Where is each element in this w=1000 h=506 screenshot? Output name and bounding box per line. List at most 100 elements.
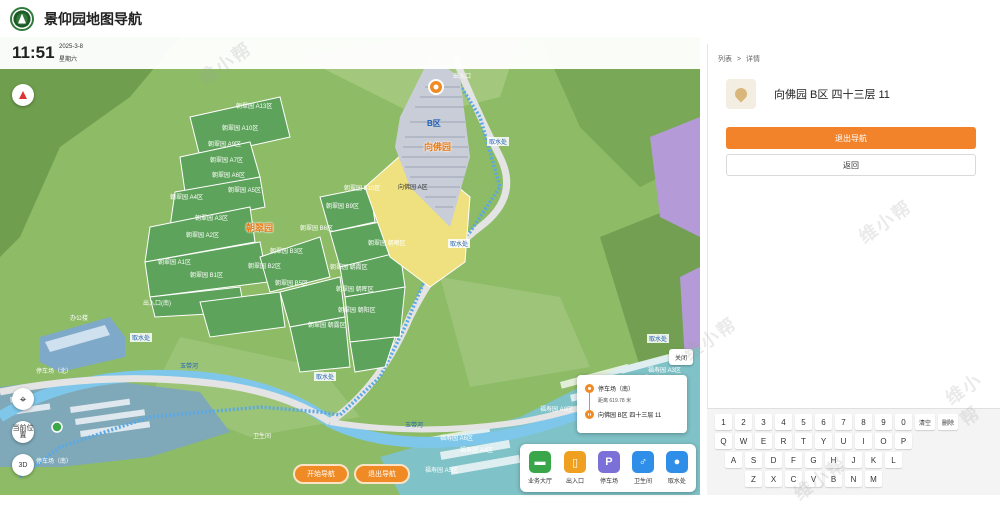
- poi-parking-button[interactable]: P 停车场: [597, 451, 620, 485]
- route-end-label: 向佛园 B区 四十三层 11: [598, 412, 662, 419]
- key[interactable]: M: [865, 471, 882, 487]
- on-screen-keyboard: 1 2 3 4 5 6 7 8 9 0 清空 删除 Q W E R T Y U …: [707, 408, 1000, 495]
- key[interactable]: X: [765, 471, 782, 487]
- crosshair-icon: ⌖: [19, 391, 27, 406]
- parking-north-label: 停车场（北）: [36, 369, 73, 375]
- area-label: 朝翠园 B6区: [300, 226, 334, 232]
- door-icon: ▯: [563, 451, 586, 473]
- current-location-button[interactable]: 当前位置: [12, 421, 34, 443]
- exit-navigation-panel-button[interactable]: 退出导航: [726, 127, 976, 149]
- key[interactable]: Y: [815, 433, 832, 449]
- parking-south-label: 停车场（南）: [36, 459, 73, 465]
- clock-weekday: 星期六: [59, 57, 78, 63]
- key[interactable]: G: [805, 452, 822, 468]
- route-start: 停车场（南）: [585, 381, 681, 395]
- toilet-label: 卫生间: [253, 434, 272, 440]
- keyboard-row: A S D F G H J K L: [715, 452, 992, 468]
- key[interactable]: S: [745, 452, 762, 468]
- poi-water-button[interactable]: ● 取水处: [665, 451, 688, 485]
- key[interactable]: J: [845, 452, 862, 468]
- clear-key[interactable]: 清空: [915, 414, 935, 430]
- logo-icon: [10, 6, 34, 31]
- key[interactable]: T: [795, 433, 812, 449]
- poi-entrance-button[interactable]: ▯ 出入口: [563, 451, 586, 485]
- area-label: 朝翠园 A1区: [158, 260, 192, 266]
- key[interactable]: F: [785, 452, 802, 468]
- area-label: 朝翠园 A9区: [208, 142, 242, 148]
- area-label: 朝翠园 朝曦区: [368, 241, 406, 247]
- key[interactable]: Q: [715, 433, 732, 449]
- key[interactable]: 0: [895, 414, 912, 430]
- water-point-label: 取水处: [130, 333, 153, 342]
- key[interactable]: I: [855, 433, 872, 449]
- breadcrumb-separator: >: [736, 56, 742, 63]
- fuyuan-label: 福寿园 A5区: [425, 468, 459, 474]
- close-button[interactable]: 关闭: [669, 349, 693, 365]
- area-label: 朝翠园 A10区: [222, 126, 259, 132]
- breadcrumb-list-link[interactable]: 列表: [718, 56, 732, 63]
- compass-button[interactable]: [12, 84, 34, 106]
- entrance-south-label: 出入口(南): [143, 301, 171, 307]
- key[interactable]: 8: [855, 414, 872, 430]
- area-label: 朝翠园 A4区: [170, 195, 204, 201]
- fuyuan-label: 福寿园 A8区: [540, 407, 574, 413]
- water-point-label: 取水处: [487, 137, 510, 146]
- start-navigation-button[interactable]: 开始导航: [293, 464, 349, 484]
- key[interactable]: U: [835, 433, 852, 449]
- route-end: 向佛园 B区 四十三层 11: [585, 407, 681, 421]
- key[interactable]: O: [875, 433, 892, 449]
- key[interactable]: 9: [875, 414, 892, 430]
- toilet-icon: ♂: [631, 451, 654, 473]
- key[interactable]: E: [755, 433, 772, 449]
- exit-navigation-button[interactable]: 退出导航: [354, 464, 410, 484]
- key[interactable]: K: [865, 452, 882, 468]
- poi-label: 业务大厅: [527, 479, 552, 485]
- key[interactable]: W: [735, 433, 752, 449]
- key[interactable]: 5: [795, 414, 812, 430]
- poi-toilet-button[interactable]: ♂ 卫生间: [631, 451, 654, 485]
- area-label: 朝翠园 B5区: [275, 281, 309, 287]
- locate-button[interactable]: ⌖: [12, 388, 34, 410]
- area-label: 朝翠园 A2区: [186, 233, 220, 239]
- key[interactable]: 4: [775, 414, 792, 430]
- key[interactable]: 1: [715, 414, 732, 430]
- back-button[interactable]: 返回: [726, 154, 976, 176]
- key[interactable]: 3: [755, 414, 772, 430]
- water-point-label: 取水处: [314, 372, 337, 381]
- 3d-toggle-button[interactable]: 3D: [12, 454, 34, 476]
- key[interactable]: L: [885, 452, 902, 468]
- key[interactable]: A: [725, 452, 742, 468]
- area-label: 向佛园 A区: [398, 185, 428, 191]
- route-start-label: 停车场（南）: [598, 386, 635, 393]
- key[interactable]: C: [785, 471, 802, 487]
- b-zone-label: B区: [427, 119, 441, 128]
- route-connector: [589, 390, 590, 418]
- key[interactable]: 6: [815, 414, 832, 430]
- poi-label: 停车场: [599, 479, 618, 485]
- river-label: 玉带河: [405, 423, 424, 429]
- key[interactable]: 2: [735, 414, 752, 430]
- area-label: 朝翠园 B9区: [326, 204, 360, 210]
- office-label: 办公楼: [70, 316, 89, 322]
- breadcrumb: 列表 > 详情: [718, 54, 763, 64]
- water-point-label: 取水处: [647, 334, 670, 343]
- delete-key[interactable]: 删除: [938, 414, 958, 430]
- area-label: 朝翠园 朝阳区: [338, 308, 376, 314]
- place-card: 向佛园 B区 四十三层 11: [726, 74, 976, 114]
- hall-icon: ▬: [528, 451, 551, 473]
- key[interactable]: N: [845, 471, 862, 487]
- key[interactable]: R: [775, 433, 792, 449]
- poi-hall-button[interactable]: ▬ 业务大厅: [528, 451, 552, 485]
- key[interactable]: H: [825, 452, 842, 468]
- area-label: 朝翠园 B10区: [344, 186, 381, 192]
- key[interactable]: P: [895, 433, 912, 449]
- area-label: 朝翠园 朝霞区: [330, 265, 368, 271]
- breadcrumb-current: 详情: [746, 56, 760, 63]
- key[interactable]: V: [805, 471, 822, 487]
- key[interactable]: D: [765, 452, 782, 468]
- key[interactable]: Z: [745, 471, 762, 487]
- key[interactable]: 7: [835, 414, 852, 430]
- clock-time: 11:51: [12, 43, 55, 62]
- fuyuan-label: 福寿园 A3区: [648, 368, 682, 374]
- key[interactable]: B: [825, 471, 842, 487]
